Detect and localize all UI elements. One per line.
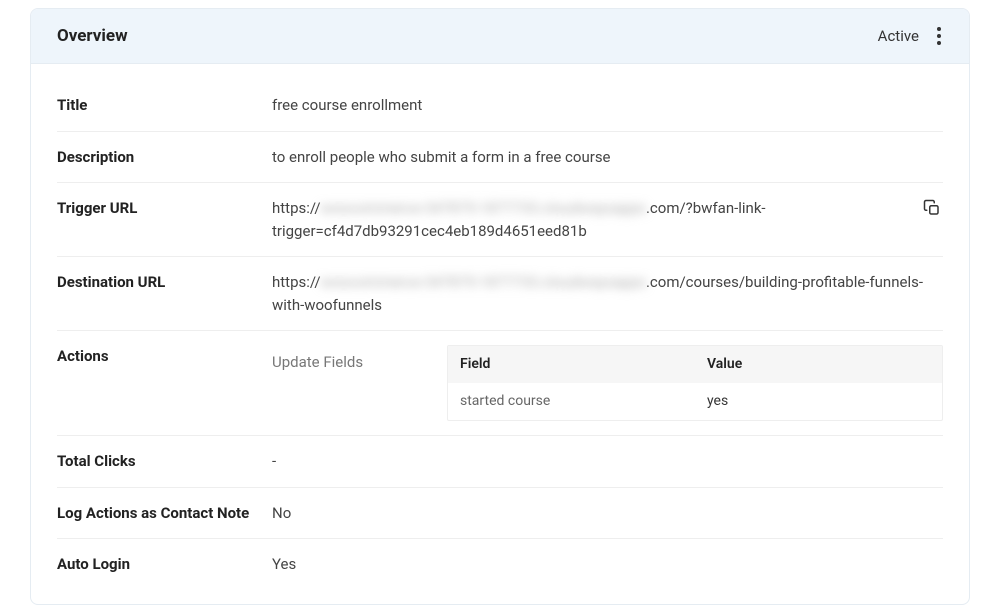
copy-trigger-url-button[interactable] xyxy=(921,197,943,222)
label-auto-login: Auto Login xyxy=(57,553,272,573)
row-description: Description to enroll people who submit … xyxy=(57,132,943,184)
copy-icon xyxy=(923,199,941,217)
col-value: Value xyxy=(695,346,942,383)
table-row: started course yes xyxy=(448,383,942,420)
cell-value: yes xyxy=(695,383,942,420)
actions-fields-table: Field Value started course yes xyxy=(447,345,943,421)
row-total-clicks: Total Clicks - xyxy=(57,436,943,488)
label-trigger-url: Trigger URL xyxy=(57,197,272,217)
value-actions: Update Fields Field Value started course… xyxy=(272,345,943,421)
panel-body: Title free course enrollment Description… xyxy=(31,64,969,604)
value-description: to enroll people who submit a form in a … xyxy=(272,146,943,169)
value-trigger-url: https://woocommerce-347875-1877733.cloud… xyxy=(272,197,943,242)
overview-panel: Overview Active Title free course enroll… xyxy=(30,8,970,605)
table-header: Field Value xyxy=(448,346,942,383)
more-options-button[interactable] xyxy=(935,23,943,49)
row-title: Title free course enrollment xyxy=(57,84,943,132)
label-log-actions-note: Log Actions as Contact Note xyxy=(57,502,272,522)
value-destination-url: https://woocommerce-347875-1877733.cloud… xyxy=(272,271,943,316)
more-vertical-icon xyxy=(937,27,941,31)
value-log-actions-note: No xyxy=(272,502,943,525)
value-title: free course enrollment xyxy=(272,94,943,117)
value-auto-login: Yes xyxy=(272,553,943,576)
cell-field: started course xyxy=(448,383,695,420)
row-log-actions-note: Log Actions as Contact Note No xyxy=(57,488,943,540)
row-destination-url: Destination URL https://woocommerce-3478… xyxy=(57,257,943,331)
status-label: Active xyxy=(878,27,919,45)
header-right: Active xyxy=(878,23,943,49)
label-description: Description xyxy=(57,146,272,166)
label-total-clicks: Total Clicks xyxy=(57,450,272,470)
actions-update-fields-label: Update Fields xyxy=(272,345,447,374)
row-trigger-url: Trigger URL https://woocommerce-347875-1… xyxy=(57,183,943,257)
row-actions: Actions Update Fields Field Value starte… xyxy=(57,331,943,436)
row-auto-login: Auto Login Yes xyxy=(57,539,943,580)
panel-title: Overview xyxy=(57,26,128,46)
col-field: Field xyxy=(448,346,695,383)
panel-header: Overview Active xyxy=(31,9,969,64)
label-destination-url: Destination URL xyxy=(57,271,272,291)
value-total-clicks: - xyxy=(272,450,943,473)
label-title: Title xyxy=(57,94,272,114)
label-actions: Actions xyxy=(57,345,272,421)
